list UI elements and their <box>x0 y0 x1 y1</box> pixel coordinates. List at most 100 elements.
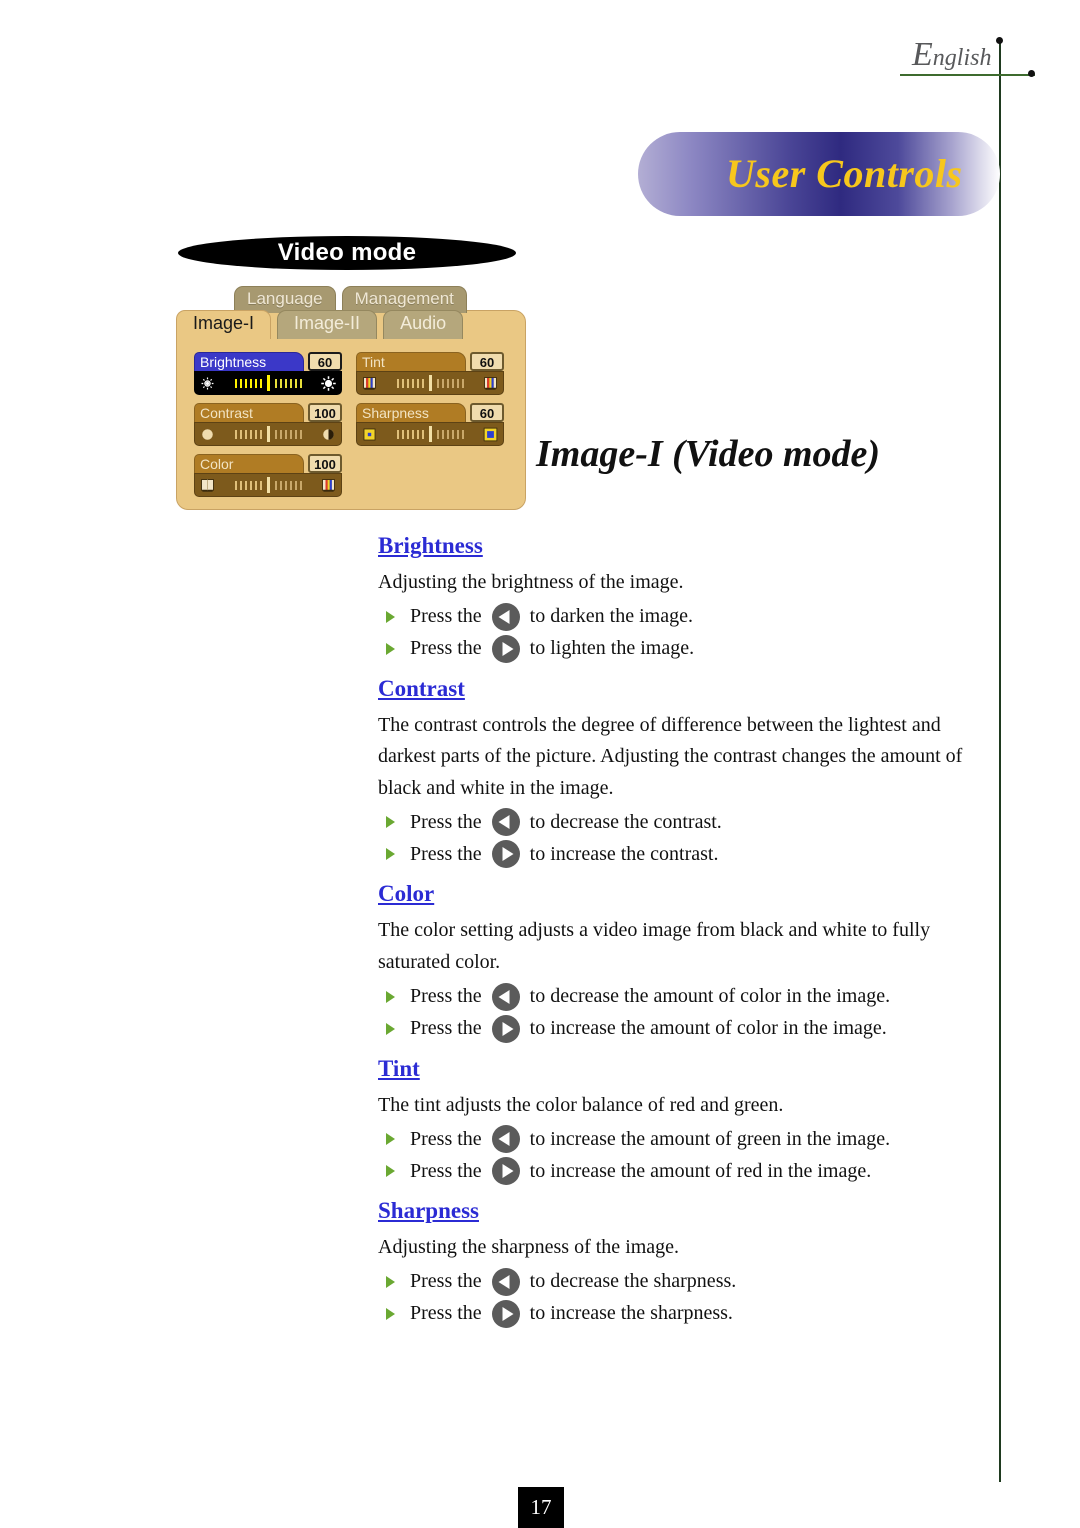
book-pale-icon <box>199 477 216 494</box>
bullet-text-after: to darken the image. <box>529 605 693 628</box>
bullet-triangle-icon <box>386 990 404 1003</box>
bullet-text-after: to increase the amount of red in the ima… <box>529 1159 872 1182</box>
color-bar-icon <box>482 375 499 392</box>
arrow-right-icon[interactable] <box>491 840 520 869</box>
bullet-text-after: to increase the sharpness. <box>529 1302 733 1325</box>
instruction-bullet: Press the to lighten the image. <box>378 634 978 663</box>
osd-menu: Language Management Image-I Image-II Audio … <box>176 286 526 510</box>
osd-slider-knob[interactable] <box>428 375 432 391</box>
osd-slider-tick <box>254 429 257 439</box>
arrow-left-icon[interactable] <box>491 808 520 837</box>
osd-slider-tick <box>396 378 399 388</box>
arrow-left-icon[interactable] <box>491 982 520 1011</box>
osd-control-tint[interactable]: Tint 60 <box>356 352 504 395</box>
osd-slider-tick <box>244 480 247 490</box>
arrow-right-icon[interactable] <box>491 1014 520 1043</box>
osd-control-contrast[interactable]: Contrast 100 <box>194 403 342 446</box>
arrow-right-icon[interactable] <box>491 1299 520 1328</box>
section-tint: Tint The tint adjusts the color balance o… <box>378 1056 978 1186</box>
bullet-triangle-icon <box>386 1165 404 1178</box>
osd-slider-tick <box>401 429 404 439</box>
osd-slider-tick <box>299 480 302 490</box>
osd-slider-tick <box>244 429 247 439</box>
arrow-right-icon[interactable] <box>491 634 520 663</box>
osd-control-slider[interactable] <box>194 371 342 395</box>
osd-control-header: Sharpness 60 <box>356 403 504 422</box>
language-label-rest: nglish <box>932 45 992 71</box>
section-paragraph: The contrast controls the degree of diff… <box>378 713 963 799</box>
osd-tab-image-i[interactable]: Image-I <box>176 310 272 339</box>
osd-slider-knob[interactable] <box>428 426 432 442</box>
section-heading: Contrast <box>378 675 465 701</box>
osd-slider-knob[interactable] <box>266 426 270 442</box>
osd-slider-tick <box>239 480 242 490</box>
osd-control-slider[interactable] <box>356 422 504 446</box>
arrow-left-icon[interactable] <box>491 602 520 631</box>
osd-slider-tick <box>279 378 282 388</box>
language-label-initial: E <box>912 36 933 73</box>
osd-slider-tick <box>446 378 449 388</box>
osd-control-label: Sharpness <box>356 403 466 422</box>
instruction-bullet: Press the to darken the image. <box>378 602 978 631</box>
osd-slider-tick <box>461 429 464 439</box>
instruction-bullet: Press the to increase the amount of red i… <box>378 1157 978 1186</box>
bullet-triangle-icon <box>386 848 404 861</box>
osd-slider-tick <box>284 378 287 388</box>
osd-control-brightness[interactable]: Brightness 60 <box>194 352 342 395</box>
osd-tab-audio[interactable]: Audio <box>383 310 464 339</box>
arrow-left-icon[interactable] <box>491 1267 520 1296</box>
osd-control-color[interactable]: Color 100 <box>194 454 342 497</box>
arrow-left-icon[interactable] <box>491 1125 520 1154</box>
osd-control-slider[interactable] <box>356 371 504 395</box>
osd-slider-tick <box>249 378 252 388</box>
osd-slider-tick <box>289 429 292 439</box>
bullet-text-before: Press the <box>410 985 482 1008</box>
osd-slider-tick <box>411 429 414 439</box>
osd-tab-language[interactable]: Language <box>234 286 336 313</box>
bullet-triangle-icon <box>386 1133 404 1146</box>
osd-control-header: Brightness 60 <box>194 352 342 371</box>
osd-control-header: Tint 60 <box>356 352 504 371</box>
book-color-icon <box>320 477 337 494</box>
osd-slider-tick <box>436 429 439 439</box>
osd-control-slider[interactable] <box>194 422 342 446</box>
section-heading: Tint <box>378 1055 420 1081</box>
osd-slider-tick <box>406 378 409 388</box>
osd-slider-tick <box>406 429 409 439</box>
osd-control-slider[interactable] <box>194 473 342 497</box>
osd-control-value: 60 <box>308 352 342 371</box>
bullet-text-after: to increase the amount of green in the i… <box>529 1127 891 1150</box>
osd-slider-tick <box>441 429 444 439</box>
osd-tab-image-ii[interactable]: Image-II <box>277 310 378 339</box>
osd-slider-knob[interactable] <box>266 375 270 391</box>
video-mode-caption: Video mode <box>277 239 417 266</box>
osd-slider-tick <box>254 378 257 388</box>
bullet-text-before: Press the <box>410 1017 482 1040</box>
bullet-triangle-icon <box>386 1307 404 1320</box>
section-sharpness: Sharpness Adjusting the sharpness of the … <box>378 1198 978 1328</box>
osd-control-sharpness[interactable]: Sharpness 60 <box>356 403 504 446</box>
osd-control-label: Color <box>194 454 304 473</box>
osd-control-value: 100 <box>308 454 342 473</box>
sun-large-icon <box>320 375 337 392</box>
osd-control-value: 60 <box>470 403 504 422</box>
bullet-text-after: to increase the amount of color in the i… <box>529 1017 887 1040</box>
section-heading: Sharpness <box>378 1198 479 1224</box>
osd-slider-tick <box>436 378 439 388</box>
osd-tab-management[interactable]: Management <box>341 286 467 313</box>
bullet-text-after: to decrease the sharpness. <box>529 1270 737 1293</box>
osd-slider-tick <box>259 480 262 490</box>
arrow-right-icon[interactable] <box>491 1157 520 1186</box>
language-label: English <box>912 36 991 74</box>
page-number: 17 <box>518 1487 564 1528</box>
bullet-text-before: Press the <box>410 605 482 628</box>
osd-slider-tick <box>259 429 262 439</box>
osd-slider-knob[interactable] <box>266 477 270 493</box>
user-controls-banner-title: User Controls <box>726 151 963 196</box>
osd-slider-tick <box>239 429 242 439</box>
osd-slider-ticks <box>219 426 317 442</box>
osd-slider-tick <box>456 429 459 439</box>
osd-slider-tick <box>416 429 419 439</box>
instruction-bullet: Press the to decrease the amount of color… <box>378 982 978 1011</box>
osd-slider-tick <box>289 480 292 490</box>
